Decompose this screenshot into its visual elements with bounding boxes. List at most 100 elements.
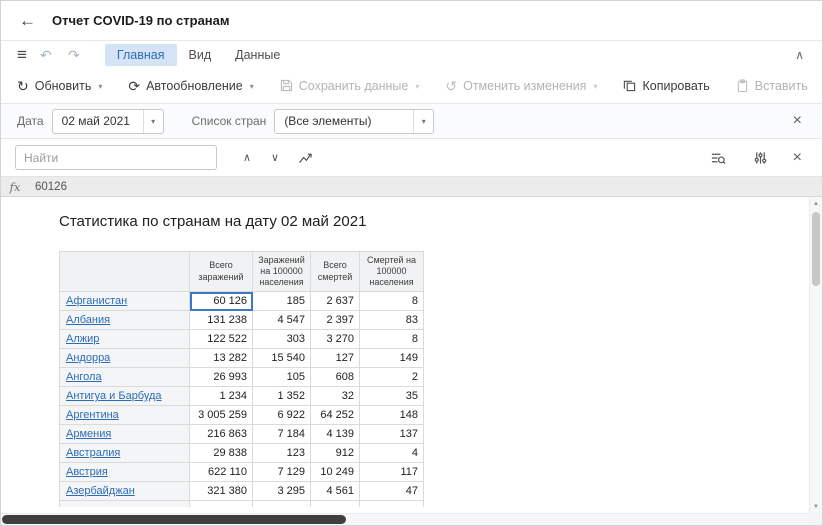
redo-icon[interactable]: ↷	[65, 47, 83, 64]
copy-button[interactable]: Копировать	[623, 79, 709, 94]
tab-view[interactable]: Вид	[177, 44, 224, 66]
search-settings-sliders-icon[interactable]	[747, 151, 775, 165]
chevron-down-icon[interactable]: ▾	[143, 110, 163, 133]
value-cell[interactable]: 6 922	[253, 406, 311, 425]
value-cell[interactable]: 127	[311, 349, 360, 368]
country-link[interactable]: Афганистан	[66, 295, 127, 307]
value-cell[interactable]: 2 637	[311, 292, 360, 311]
value-cell[interactable]: 216 863	[190, 425, 253, 444]
value-cell[interactable]: 8	[360, 292, 424, 311]
value-cell[interactable]: 26 993	[190, 368, 253, 387]
value-cell[interactable]: 35	[360, 387, 424, 406]
formula-value[interactable]: 60126	[29, 181, 67, 193]
value-cell[interactable]: 148	[360, 406, 424, 425]
refresh-button[interactable]: ↻ Обновить ▾	[17, 79, 102, 93]
scroll-down-icon[interactable]: ▼	[810, 500, 822, 513]
country-link[interactable]: Австрия	[66, 466, 108, 478]
chevron-down-icon[interactable]: ▾	[413, 110, 433, 133]
country-link[interactable]: Австралия	[66, 447, 120, 459]
value-cell[interactable]: 912	[311, 444, 360, 463]
value-cell[interactable]: 3 295	[253, 482, 311, 501]
value-cell[interactable]: 2	[360, 368, 424, 387]
value-cell[interactable]: 149	[360, 349, 424, 368]
autorefresh-label: Автообновление	[146, 79, 243, 93]
value-cell[interactable]: 8	[360, 330, 424, 349]
value-cell[interactable]: 10 249	[311, 463, 360, 482]
ribbon-tabs: Главная Вид Данные	[105, 44, 292, 66]
save-data-button[interactable]: Сохранить данные ▾	[280, 79, 420, 94]
value-cell[interactable]: 3 005 259	[190, 406, 253, 425]
value-cell[interactable]: 4 561	[311, 482, 360, 501]
horizontal-scroll-thumb[interactable]	[2, 515, 346, 524]
country-link[interactable]: Ангола	[66, 371, 102, 383]
chevron-down-icon[interactable]: ▾	[593, 82, 597, 91]
value-cell[interactable]: 1 234	[190, 387, 253, 406]
vertical-scrollbar[interactable]: ▲ ▼	[809, 197, 822, 513]
next-match-icon[interactable]: ∨	[263, 151, 287, 164]
search-in-data-icon[interactable]	[705, 151, 733, 165]
table-header-cell: Всего заражений	[190, 252, 253, 292]
value-cell[interactable]: 4 139	[311, 425, 360, 444]
value-cell[interactable]: 2 397	[311, 311, 360, 330]
value-cell[interactable]: 123	[253, 444, 311, 463]
close-parameters-icon[interactable]: ×	[789, 113, 806, 129]
countries-filter-label: Список стран	[192, 114, 267, 128]
date-select[interactable]: 02 май 2021 ▾	[52, 109, 164, 134]
value-cell[interactable]: 4 547	[253, 311, 311, 330]
value-cell[interactable]: 64 252	[311, 406, 360, 425]
close-search-icon[interactable]: ×	[789, 150, 806, 166]
hamburger-menu-icon[interactable]: ≡	[17, 45, 27, 65]
value-cell[interactable]: 29 838	[190, 444, 253, 463]
horizontal-scrollbar[interactable]	[1, 513, 809, 525]
value-cell[interactable]: 622 110	[190, 463, 253, 482]
country-link[interactable]: Алжир	[66, 333, 99, 345]
value-cell[interactable]: 7 129	[253, 463, 311, 482]
value-cell[interactable]: 117	[360, 463, 424, 482]
value-cell[interactable]: 4	[360, 444, 424, 463]
go-to-result-icon[interactable]	[291, 151, 319, 164]
country-cell: Аргентина	[60, 406, 190, 425]
scroll-up-icon[interactable]: ▲	[810, 197, 822, 210]
value-cell[interactable]: 105	[253, 368, 311, 387]
country-link[interactable]: Азербайджан	[66, 485, 135, 497]
value-cell[interactable]: 13 282	[190, 349, 253, 368]
value-cell[interactable]: 1 352	[253, 387, 311, 406]
value-cell[interactable]: 608	[311, 368, 360, 387]
value-cell[interactable]: 185	[253, 292, 311, 311]
value-cell[interactable]: 137	[360, 425, 424, 444]
search-input[interactable]	[15, 145, 217, 170]
chevron-down-icon[interactable]: ▾	[98, 82, 102, 91]
value-cell[interactable]: 122 522	[190, 330, 253, 349]
previous-match-icon[interactable]: ∧	[235, 151, 259, 164]
value-cell[interactable]: 60 126	[190, 292, 253, 311]
tab-home[interactable]: Главная	[105, 44, 177, 66]
value-cell[interactable]: 3 270	[311, 330, 360, 349]
value-cell[interactable]: 321 380	[190, 482, 253, 501]
country-link[interactable]: Аргентина	[66, 409, 119, 421]
country-link[interactable]: Антигуа и Барбуда	[66, 390, 162, 402]
value-cell[interactable]: 303	[253, 330, 311, 349]
value-cell[interactable]: 47	[360, 482, 424, 501]
country-link[interactable]: Албания	[66, 314, 110, 326]
value-cell[interactable]: 83	[360, 311, 424, 330]
revert-icon: ↺	[445, 79, 457, 93]
country-link[interactable]: Армения	[66, 428, 111, 440]
paste-button[interactable]: Вставить	[736, 79, 808, 94]
value-cell[interactable]: 131 238	[190, 311, 253, 330]
vertical-scroll-thumb[interactable]	[812, 212, 820, 286]
countries-select[interactable]: (Все элементы) ▾	[274, 109, 434, 134]
value-cell[interactable]: 7 184	[253, 425, 311, 444]
chevron-down-icon[interactable]: ▾	[250, 82, 254, 91]
autorefresh-button[interactable]: ⟳ Автообновление ▾	[128, 79, 253, 93]
table-header-cell: Заражений на 100000 населения	[253, 252, 311, 292]
value-cell[interactable]: 32	[311, 387, 360, 406]
table-row: Австрия 622 1107 12910 249117	[60, 463, 424, 482]
country-link[interactable]: Андорра	[66, 352, 110, 364]
chevron-down-icon[interactable]: ▾	[415, 82, 419, 91]
undo-icon[interactable]: ↶	[37, 47, 55, 64]
back-arrow-icon[interactable]: ←	[19, 11, 36, 31]
revert-changes-button[interactable]: ↺ Отменить изменения ▾	[445, 79, 597, 93]
collapse-ribbon-icon[interactable]: ∧	[795, 48, 806, 62]
value-cell[interactable]: 15 540	[253, 349, 311, 368]
tab-data[interactable]: Данные	[223, 44, 292, 66]
